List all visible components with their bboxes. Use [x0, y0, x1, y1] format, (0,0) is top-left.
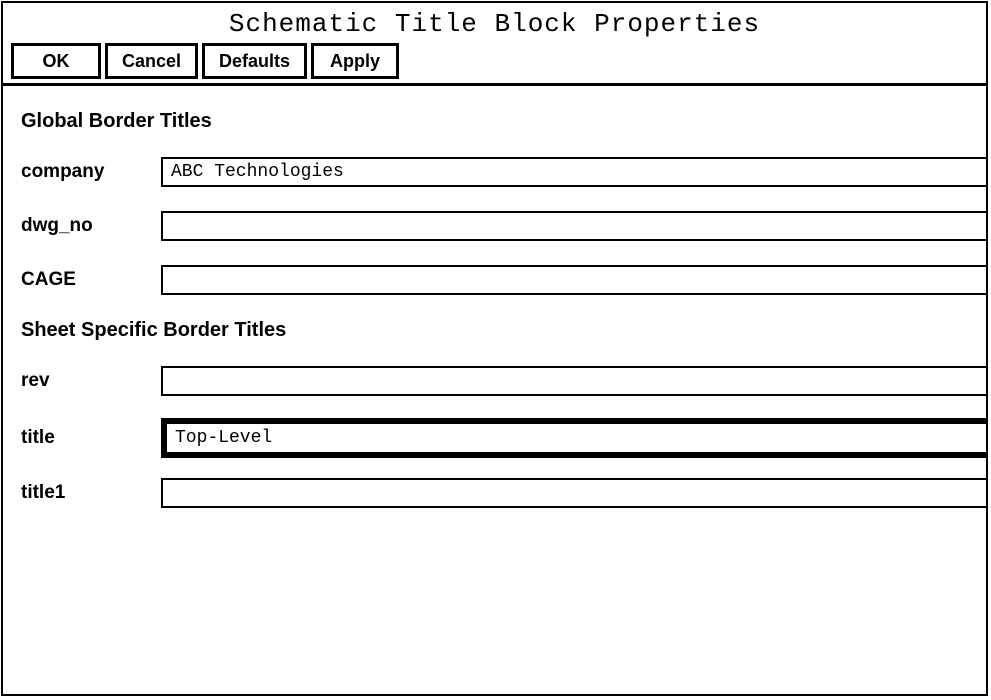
title-input[interactable]	[161, 418, 986, 458]
sheet-section-header: Sheet Specific Border Titles	[21, 319, 986, 342]
title1-row: title1	[21, 478, 986, 508]
dialog-window: Schematic Title Block Properties OK Canc…	[1, 1, 988, 696]
title1-label: title1	[21, 482, 161, 504]
global-section-header: Global Border Titles	[21, 110, 986, 133]
button-row: OK Cancel Defaults Apply	[3, 43, 986, 86]
dwg-no-input[interactable]	[161, 211, 986, 241]
ok-button[interactable]: OK	[11, 43, 101, 79]
window-title: Schematic Title Block Properties	[3, 3, 986, 43]
title1-input[interactable]	[161, 478, 986, 508]
title-row: title	[21, 418, 986, 458]
content-area: Global Border Titles company dwg_no CAGE…	[3, 86, 986, 508]
company-input[interactable]	[161, 157, 986, 187]
apply-button[interactable]: Apply	[311, 43, 399, 79]
cage-label: CAGE	[21, 269, 161, 291]
dwg-no-row: dwg_no	[21, 211, 986, 241]
dwg-no-label: dwg_no	[21, 215, 161, 237]
rev-row: rev	[21, 366, 986, 396]
defaults-button[interactable]: Defaults	[202, 43, 307, 79]
cancel-button[interactable]: Cancel	[105, 43, 198, 79]
title-label: title	[21, 427, 161, 449]
cage-row: CAGE	[21, 265, 986, 295]
cage-input[interactable]	[161, 265, 986, 295]
rev-input[interactable]	[161, 366, 986, 396]
company-label: company	[21, 161, 161, 183]
company-row: company	[21, 157, 986, 187]
rev-label: rev	[21, 370, 161, 392]
